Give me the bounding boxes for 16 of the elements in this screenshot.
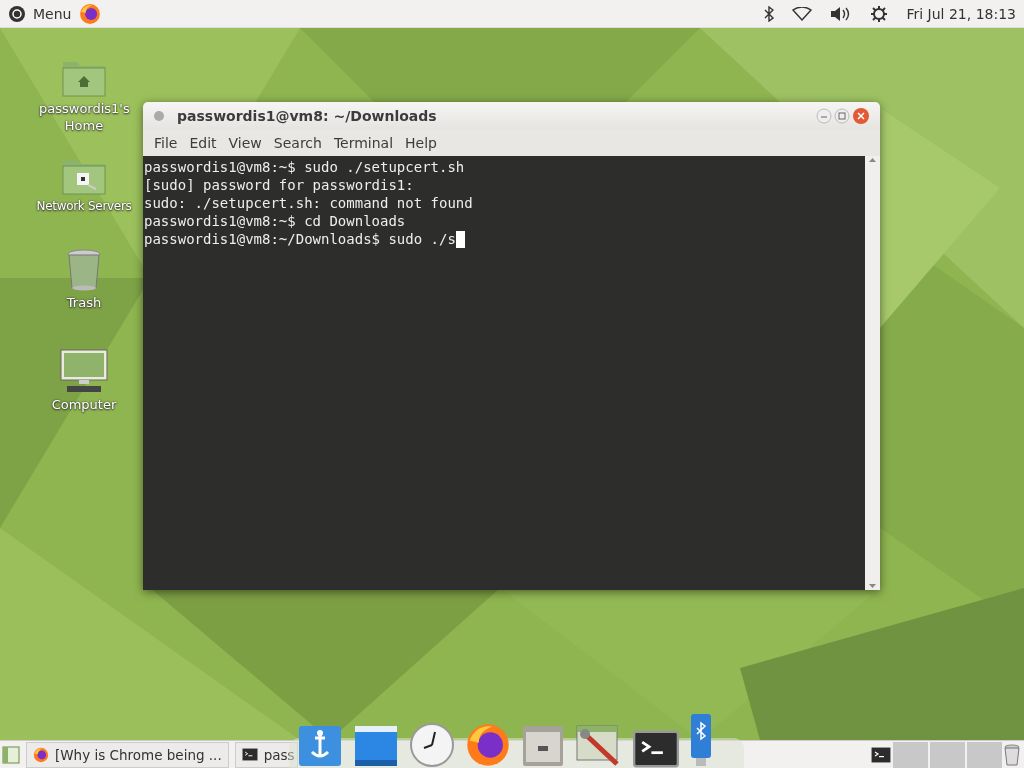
terminal-line: passwordis1@vm8:~$ cd Downloads xyxy=(144,212,406,230)
menu-item[interactable]: Edit xyxy=(183,133,223,153)
clock[interactable]: Fri Jul 21, 18:13 xyxy=(906,5,1016,22)
taskbar-button[interactable]: [Why is Chrome being ... xyxy=(26,741,229,768)
menu-item[interactable]: File xyxy=(148,133,184,153)
window-title: passwordis1@vm8: ~/Downloads xyxy=(177,108,437,124)
menu-item[interactable]: View xyxy=(222,133,268,153)
taskbar-button[interactable]: pass xyxy=(234,741,298,768)
menu-item[interactable]: Terminal xyxy=(327,133,400,153)
terminal-line: passwordis1@vm8:~$ sudo ./setupcert.sh xyxy=(144,158,465,176)
menu-item[interactable]: Search xyxy=(267,133,328,153)
terminal-line: passwordis1@vm8:~/Downloads$ sudo ./s xyxy=(144,230,456,248)
menu-item[interactable]: Help xyxy=(399,133,443,153)
terminal-line: [sudo] password for passwordis1: xyxy=(144,176,414,194)
terminal-line: sudo: ./setupcert.sh: command not found xyxy=(144,194,473,212)
menu-button[interactable]: Menu xyxy=(8,4,72,23)
